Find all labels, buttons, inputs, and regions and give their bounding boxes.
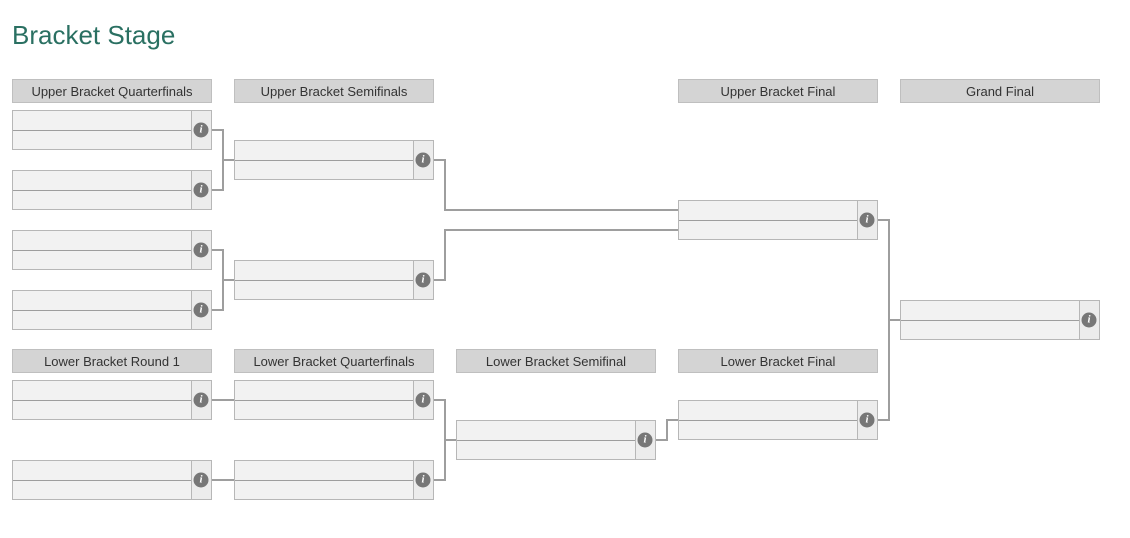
match-lb-r1-1[interactable]: i xyxy=(12,380,212,420)
connector xyxy=(878,419,888,421)
connector xyxy=(212,479,234,481)
connector xyxy=(666,419,678,421)
info-icon[interactable]: i xyxy=(194,393,209,408)
connector xyxy=(212,309,222,311)
match-ub-qf-4[interactable]: i xyxy=(12,290,212,330)
match-lb-final[interactable]: i xyxy=(678,400,878,440)
match-lb-qf-2[interactable]: i xyxy=(234,460,434,500)
connector xyxy=(212,249,222,251)
info-icon[interactable]: i xyxy=(416,393,431,408)
connector xyxy=(212,129,222,131)
connector xyxy=(434,479,444,481)
header-lower-final: Lower Bracket Final xyxy=(678,349,878,373)
connector xyxy=(878,219,888,221)
connector xyxy=(434,399,444,401)
match-ub-sf-1[interactable]: i xyxy=(234,140,434,180)
header-lower-sf: Lower Bracket Semifinal xyxy=(456,349,656,373)
match-ub-final[interactable]: i xyxy=(678,200,878,240)
match-grand-final[interactable]: i xyxy=(900,300,1100,340)
connector xyxy=(222,279,234,281)
info-icon[interactable]: i xyxy=(194,473,209,488)
connector xyxy=(222,159,234,161)
connector xyxy=(444,229,678,231)
info-icon[interactable]: i xyxy=(194,303,209,318)
connector xyxy=(444,439,456,441)
connector xyxy=(656,439,666,441)
info-icon[interactable]: i xyxy=(638,433,653,448)
info-icon[interactable]: i xyxy=(860,413,875,428)
match-lb-r1-2[interactable]: i xyxy=(12,460,212,500)
match-ub-qf-3[interactable]: i xyxy=(12,230,212,270)
section-title: Bracket Stage xyxy=(12,20,175,51)
header-upper-qf: Upper Bracket Quarterfinals xyxy=(12,79,212,103)
connector xyxy=(888,319,890,421)
info-icon[interactable]: i xyxy=(194,183,209,198)
connector xyxy=(434,279,444,281)
header-grand-final: Grand Final xyxy=(900,79,1100,103)
match-ub-sf-2[interactable]: i xyxy=(234,260,434,300)
match-lb-qf-1[interactable]: i xyxy=(234,380,434,420)
connector xyxy=(434,159,444,161)
info-icon[interactable]: i xyxy=(416,473,431,488)
header-lower-r1: Lower Bracket Round 1 xyxy=(12,349,212,373)
connector xyxy=(444,159,446,209)
connector xyxy=(444,209,678,211)
info-icon[interactable]: i xyxy=(416,153,431,168)
connector xyxy=(666,419,668,441)
info-icon[interactable]: i xyxy=(194,123,209,138)
connector xyxy=(212,399,234,401)
match-lb-sf[interactable]: i xyxy=(456,420,656,460)
info-icon[interactable]: i xyxy=(1082,313,1097,328)
connector xyxy=(888,219,890,319)
match-ub-qf-2[interactable]: i xyxy=(12,170,212,210)
connector xyxy=(212,189,222,191)
header-upper-final: Upper Bracket Final xyxy=(678,79,878,103)
match-ub-qf-1[interactable]: i xyxy=(12,110,212,150)
info-icon[interactable]: i xyxy=(860,213,875,228)
header-lower-qf: Lower Bracket Quarterfinals xyxy=(234,349,434,373)
info-icon[interactable]: i xyxy=(416,273,431,288)
connector xyxy=(444,229,446,281)
info-icon[interactable]: i xyxy=(194,243,209,258)
header-upper-sf: Upper Bracket Semifinals xyxy=(234,79,434,103)
